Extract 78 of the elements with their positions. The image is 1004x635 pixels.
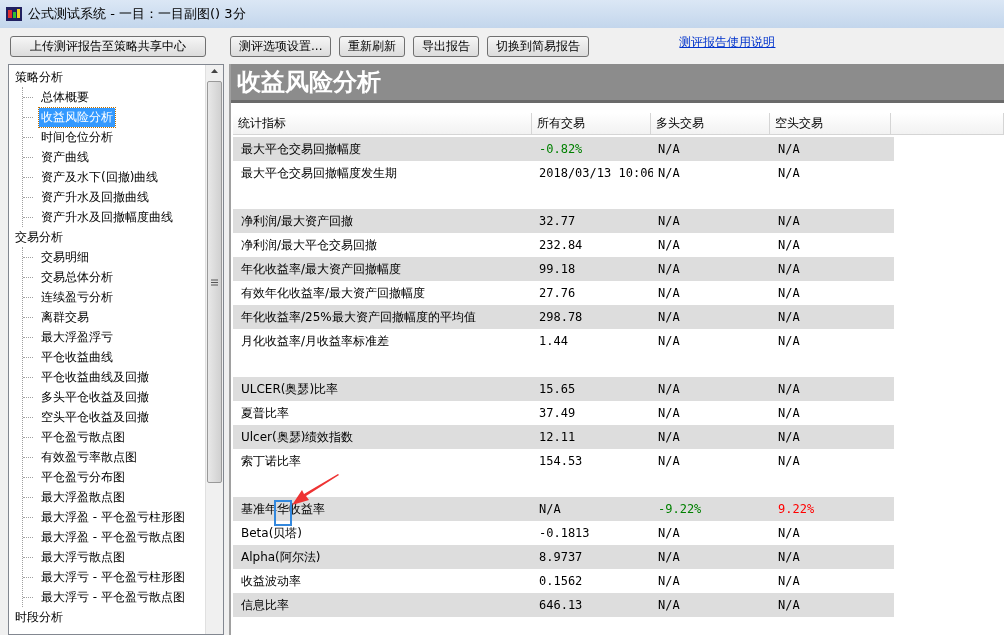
tree-item[interactable]: 总体概要 xyxy=(39,87,91,107)
table-cell: N/A xyxy=(773,545,894,569)
tree-item[interactable]: 资产曲线 xyxy=(39,147,91,167)
tree-item[interactable]: 时段分析 xyxy=(13,607,65,627)
table-cell: 298.78 xyxy=(534,305,653,329)
tree-item[interactable]: 多头平仓收益及回撤 xyxy=(39,387,151,407)
table-cell: N/A xyxy=(773,377,894,401)
tree-item[interactable]: 时间仓位分析 xyxy=(39,127,115,147)
tree-item[interactable]: 最大浮亏 - 平仓盈亏柱形图 xyxy=(39,567,187,587)
grip-icon xyxy=(211,278,218,286)
toolbar-button[interactable]: 上传测评报告至策略共享中心 xyxy=(10,35,206,57)
tree-item[interactable]: 平仓盈亏分布图 xyxy=(39,467,127,487)
scrollbar[interactable] xyxy=(205,65,223,634)
tree-item[interactable]: 交易明细 xyxy=(39,247,91,267)
app-icon xyxy=(6,7,22,21)
table-cell: N/A xyxy=(773,209,894,233)
table-cell: N/A xyxy=(653,209,773,233)
tree-item[interactable]: 策略分析 xyxy=(13,67,65,87)
table-cell: 8.9737 xyxy=(534,545,653,569)
table-cell: 32.77 xyxy=(534,209,653,233)
table-cell: 最大平仓交易回撤幅度 xyxy=(233,137,534,161)
column-header[interactable]: 统计指标 xyxy=(233,113,533,135)
tree-item[interactable]: 平仓盈亏散点图 xyxy=(39,427,127,447)
table-cell: N/A xyxy=(653,593,773,617)
table-cell: 12.11 xyxy=(534,425,653,449)
toolbar-button[interactable]: 重新刷新 xyxy=(339,35,406,57)
tree-item[interactable]: 离群交易 xyxy=(39,307,91,327)
toolbar-button[interactable]: 切换到简易报告 xyxy=(487,35,590,57)
table-cell: 信息比率 xyxy=(233,593,534,617)
toolbar-button[interactable]: 导出报告 xyxy=(413,35,480,57)
tree-item[interactable]: 资产及水下(回撤)曲线 xyxy=(39,167,161,187)
table-cell: 年化收益率/25%最大资产回撤幅度的平均值 xyxy=(233,305,534,329)
tree-item[interactable]: 空头平仓收益及回撤 xyxy=(39,407,151,427)
column-header[interactable]: 空头交易 xyxy=(770,113,891,135)
table-cell: N/A xyxy=(773,137,894,161)
tree-item[interactable]: 最大浮亏散点图 xyxy=(39,547,127,567)
table-cell: Ulcer(奥瑟)绩效指数 xyxy=(233,425,534,449)
tree-item[interactable]: 有效盈亏率散点图 xyxy=(39,447,139,467)
table-cell: N/A xyxy=(773,305,894,329)
tree-item[interactable]: 最大浮盈散点图 xyxy=(39,487,127,507)
table-cell: -0.82% xyxy=(534,137,653,161)
panel-title: 收益风险分析 xyxy=(231,64,1004,103)
tree-item[interactable]: 最大浮盈浮亏 xyxy=(39,327,115,347)
tree-item[interactable]: 最大浮盈 - 平仓盈亏散点图 xyxy=(39,527,187,547)
table-cell: N/A xyxy=(653,545,773,569)
tree-item[interactable]: 最大浮亏 - 平仓盈亏散点图 xyxy=(39,587,187,607)
help-link[interactable]: 测评报告使用说明 xyxy=(679,33,776,51)
tree-item[interactable]: 平仓收益曲线及回撤 xyxy=(39,367,151,387)
table-cell: N/A xyxy=(773,257,894,281)
table-cell: 9.22% xyxy=(773,497,894,521)
table-cell: N/A xyxy=(653,377,773,401)
tree-item[interactable]: 资产升水及回撤幅度曲线 xyxy=(39,207,175,227)
table-cell: 净利润/最大资产回撤 xyxy=(233,209,534,233)
table-cell: N/A xyxy=(773,425,894,449)
table-cell: 646.13 xyxy=(534,593,653,617)
table-cell: -9.22% xyxy=(653,497,773,521)
tree-item[interactable]: 平仓收益曲线 xyxy=(39,347,115,367)
window-title: 公式测试系统 - 一目：一目副图() 3分 xyxy=(28,5,246,23)
table-cell: N/A xyxy=(653,305,773,329)
column-header[interactable]: 所有交易 xyxy=(532,113,651,135)
table-cell: N/A xyxy=(773,593,894,617)
table-cell: N/A xyxy=(653,425,773,449)
table-cell: N/A xyxy=(653,257,773,281)
tree-item[interactable]: 交易分析 xyxy=(13,227,65,247)
table-cell: N/A xyxy=(653,137,773,161)
table-cell: 年化收益率/最大资产回撤幅度 xyxy=(233,257,534,281)
tree-item[interactable]: 连续盈亏分析 xyxy=(39,287,115,307)
column-header[interactable]: 多头交易 xyxy=(650,113,771,135)
table-cell: N/A xyxy=(534,497,653,521)
tree-item[interactable]: 资产升水及回撤曲线 xyxy=(39,187,151,207)
table-cell: ULCER(奥瑟)比率 xyxy=(233,377,534,401)
scroll-thumb[interactable] xyxy=(207,81,222,483)
tree-item[interactable]: 交易总体分析 xyxy=(39,267,115,287)
table-cell: 15.65 xyxy=(534,377,653,401)
table-cell: Alpha(阿尔法) xyxy=(233,545,534,569)
table-cell: 99.18 xyxy=(534,257,653,281)
tree-item[interactable]: 最大浮盈 - 平仓盈亏柱形图 xyxy=(39,507,187,527)
toolbar-button[interactable]: 测评选项设置... xyxy=(230,35,332,57)
